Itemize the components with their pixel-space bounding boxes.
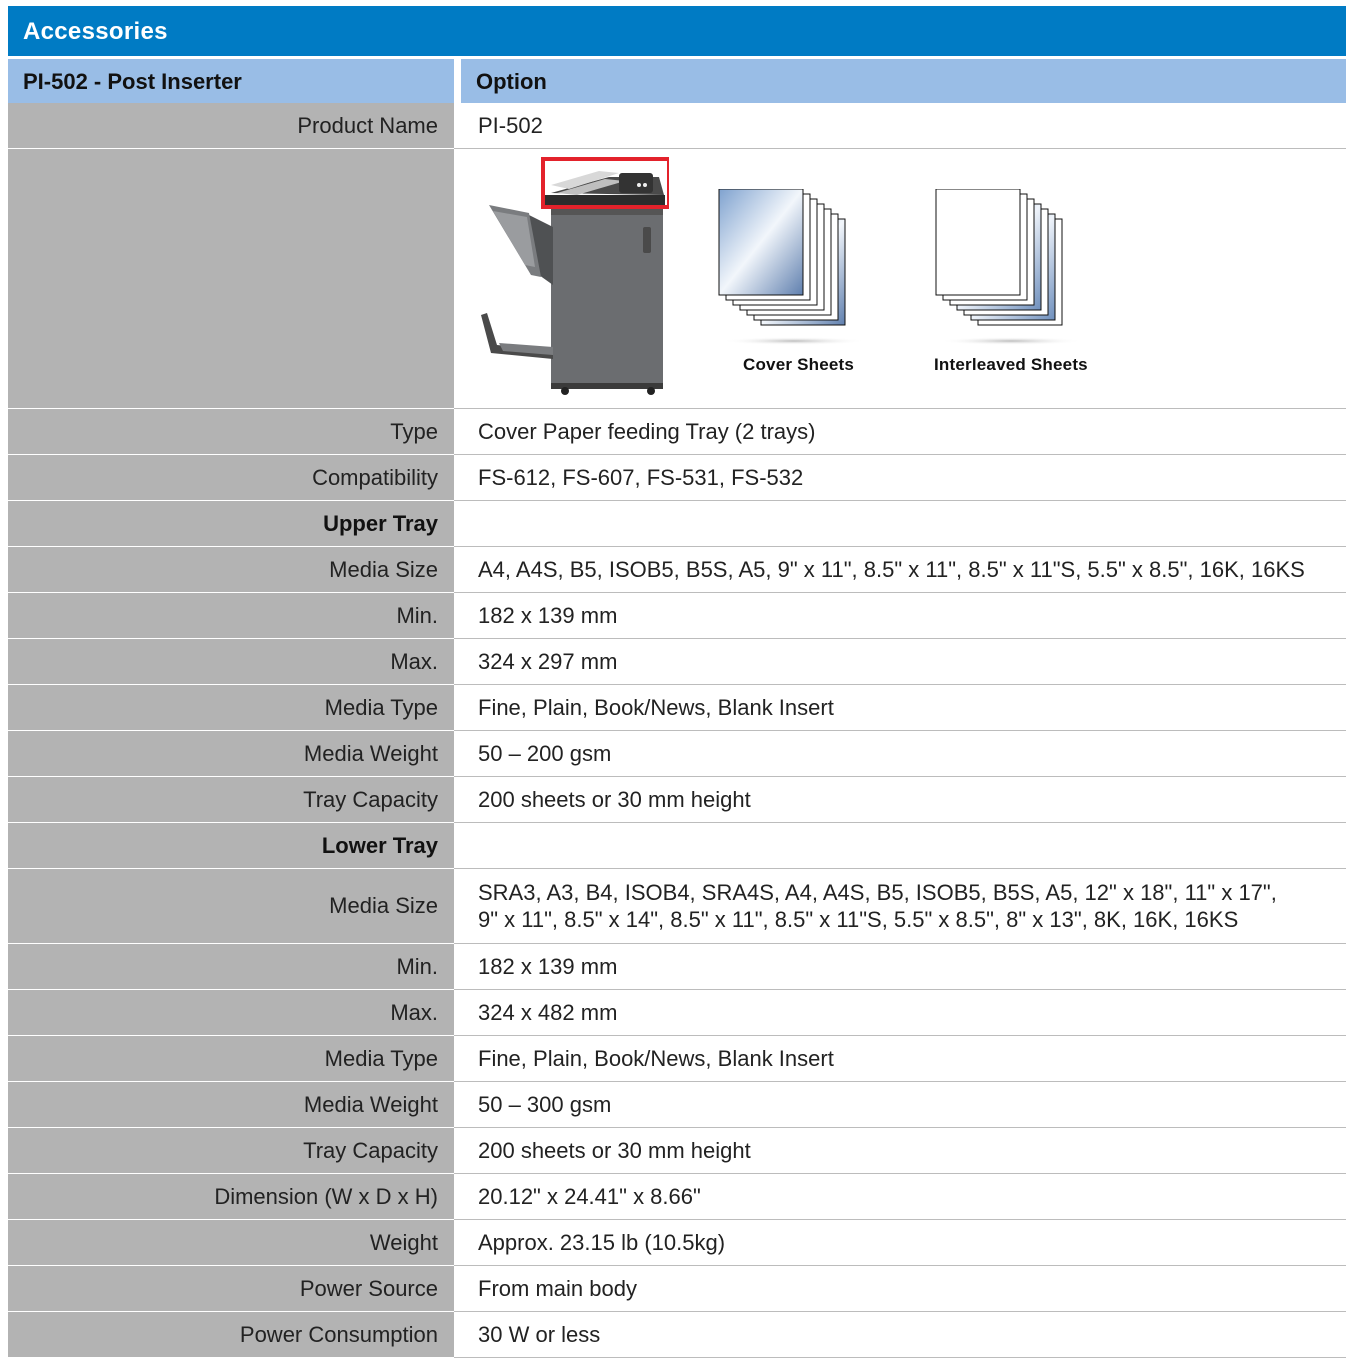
row-label-empty [8,149,454,409]
table-row: Dimension (W x D x H) 20.12" x 24.41" x … [8,1174,1346,1220]
row-value: A4, A4S, B5, ISOB5, B5S, A5, 9" x 11", 8… [478,556,1305,582]
table-row: Media Type Fine, Plain, Book/News, Blank… [8,685,1346,731]
row-label: Media Type [8,685,454,731]
table-row: Tray Capacity 200 sheets or 30 mm height [8,777,1346,823]
table-row: Type Cover Paper feeding Tray (2 trays) [8,409,1346,455]
post-inserter-illustration [481,157,669,395]
section-heading-row: Lower Tray [8,823,1346,869]
table-row: Media Weight 50 – 200 gsm [8,731,1346,777]
table-row: Weight Approx. 23.15 lb (10.5kg) [8,1220,1346,1266]
table-row: Min. 182 x 139 mm [8,944,1346,990]
section-title: Accessories [23,18,168,45]
header-option-cell: Option [476,69,547,94]
table-row: Media Weight 50 – 300 gsm [8,1082,1346,1128]
row-label: Media Weight [8,1082,454,1128]
row-value: 30 W or less [478,1321,601,1347]
table-row: Compatibility FS-612, FS-607, FS-531, FS… [8,455,1346,501]
table-header: PI-502 - Post Inserter Option [8,59,1346,103]
row-label: Min. [8,944,454,990]
row-value: 324 x 297 mm [478,648,618,674]
table-row: Min. 182 x 139 mm [8,593,1346,639]
table-row: Max. 324 x 297 mm [8,639,1346,685]
table-row: Media Size A4, A4S, B5, ISOB5, B5S, A5, … [8,547,1346,593]
row-value: Cover Paper feeding Tray (2 trays) [478,418,816,444]
interleaved-sheets-icon [935,189,1083,345]
row-value: 182 x 139 mm [478,953,618,979]
row-value: 50 – 200 gsm [478,740,612,766]
row-value: FS-612, FS-607, FS-531, FS-532 [478,464,804,490]
table-row: Tray Capacity 200 sheets or 30 mm height [8,1128,1346,1174]
row-value: Approx. 23.15 lb (10.5kg) [478,1229,726,1255]
row-label: Dimension (W x D x H) [8,1174,454,1220]
media-size-line-2: 9" x 11", 8.5" x 14", 8.5" x 11", 8.5" x… [478,907,1239,932]
table-row: Power Source From main body [8,1266,1346,1312]
row-value: SRA3, A3, B4, ISOB4, SRA4S, A4, A4S, B5,… [461,869,1346,943]
section-heading-row: Upper Tray [8,501,1346,547]
table-row: Media Size SRA3, A3, B4, ISOB4, SRA4S, A… [8,869,1346,944]
table-row: Media Type Fine, Plain, Book/News, Blank… [8,1036,1346,1082]
table-row: Max. 324 x 482 mm [8,990,1346,1036]
row-label: Weight [8,1220,454,1266]
row-value: 182 x 139 mm [478,602,618,628]
section-banner: Accessories [8,6,1346,56]
row-label: Power Consumption [8,1312,454,1358]
media-size-line-1: SRA3, A3, B4, ISOB4, SRA4S, A4, A4S, B5,… [478,880,1277,905]
upper-tray-heading: Upper Tray [8,501,454,547]
row-label: Type [8,409,454,455]
row-value: 200 sheets or 30 mm height [478,1137,751,1163]
row-label: Media Weight [8,731,454,777]
row-value: 324 x 482 mm [478,999,618,1025]
row-value: 50 – 300 gsm [478,1091,612,1117]
header-product-cell: PI-502 - Post Inserter [23,69,242,94]
caption-interleaved-sheets: Interleaved Sheets [934,355,1088,374]
row-label: Media Size [8,547,454,593]
illustrations: Cover Sheets Interleaved Sheets [461,149,1346,408]
row-value: PI-502 [478,112,543,138]
row-label: Power Source [8,1266,454,1312]
cover-sheets-icon [718,189,866,345]
row-value: 20.12" x 24.41" x 8.66" [478,1183,701,1209]
row-label: Max. [8,990,454,1036]
row-value: Fine, Plain, Book/News, Blank Insert [478,1045,834,1071]
row-label: Product Name [8,103,454,149]
table-row: Power Consumption 30 W or less [8,1312,1346,1358]
caption-cover-sheets: Cover Sheets [743,355,855,374]
image-row: Cover Sheets Interleaved Sheets [8,149,1346,409]
row-label: Tray Capacity [8,777,454,823]
row-label: Media Type [8,1036,454,1082]
lower-tray-heading: Lower Tray [8,823,454,869]
row-label: Media Size [8,869,454,944]
spec-sheet: Accessories PI-502 - Post Inserter Optio… [8,6,1346,1358]
row-value: From main body [478,1275,637,1301]
table-row: Product Name PI-502 [8,103,1346,149]
row-label: Compatibility [8,455,454,501]
row-label: Max. [8,639,454,685]
row-label: Min. [8,593,454,639]
row-value: Fine, Plain, Book/News, Blank Insert [478,694,834,720]
row-label: Tray Capacity [8,1128,454,1174]
row-value: 200 sheets or 30 mm height [478,786,751,812]
